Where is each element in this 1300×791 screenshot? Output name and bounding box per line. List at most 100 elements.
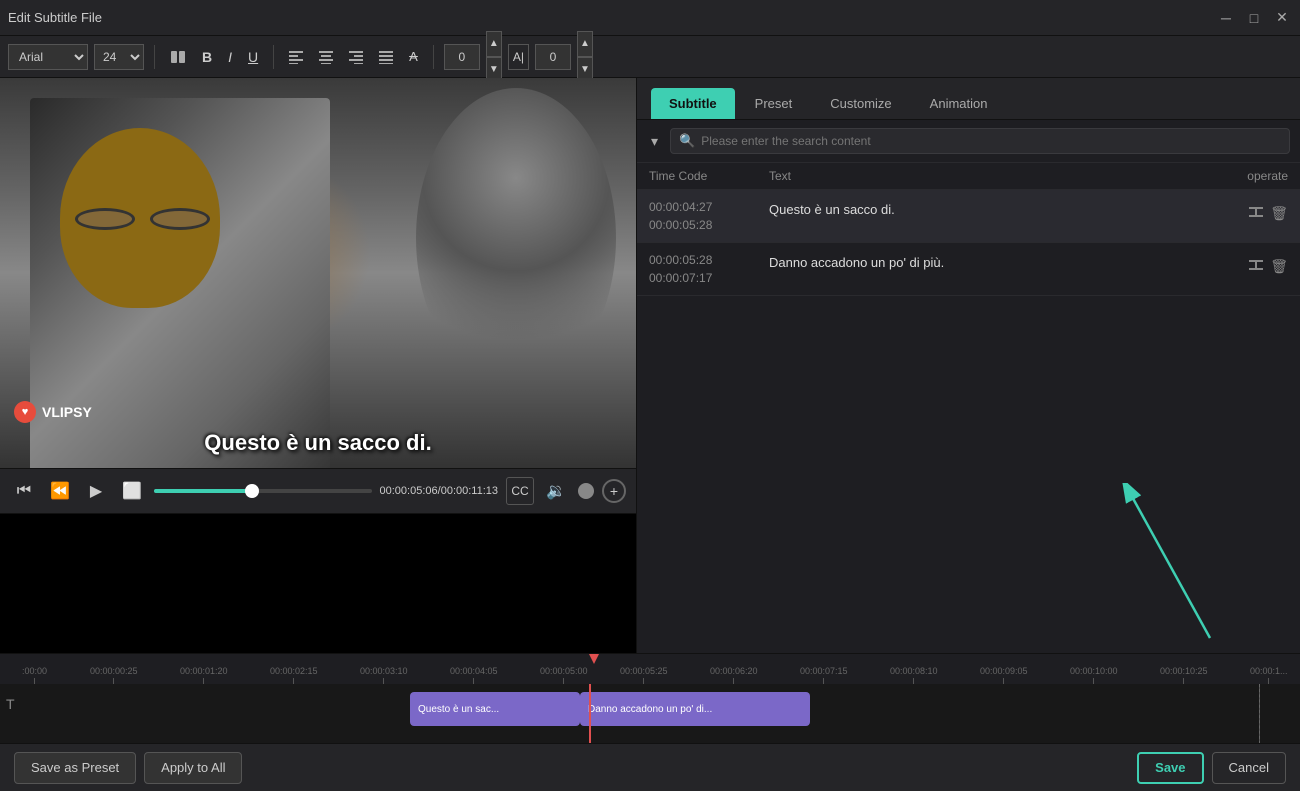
volume-mute-button[interactable] [578, 483, 594, 499]
toolbar: Arial 24 B I U A ▲ ▼ A| ▲ ▼ [0, 36, 1300, 78]
ruler-mark: 00:00:10:00 [1070, 666, 1118, 684]
search-input-wrap: 🔍 [670, 128, 1290, 154]
skip-back-button[interactable]: ⏮ [10, 477, 38, 505]
align-left-button[interactable] [284, 44, 308, 70]
playhead-line [589, 684, 591, 743]
save-preset-button[interactable]: Save as Preset [14, 752, 136, 784]
ruler-mark: 00:00:1... [1250, 666, 1288, 684]
text-style-icon[interactable]: A| [508, 44, 529, 70]
kerning-input[interactable] [444, 44, 480, 70]
subtitle-clip-2[interactable]: Danno accadono un po' di... [580, 692, 810, 726]
font-size-select[interactable]: 24 [94, 44, 144, 70]
toolbar-separator-1 [154, 45, 155, 69]
subtitle-row[interactable]: 00:00:05:28 00:00:07:17 Danno accadono u… [637, 243, 1300, 296]
col-timecode: Time Code [649, 169, 769, 183]
row-operations: 🗑 [1228, 200, 1288, 223]
row-timecodes: 00:00:04:27 00:00:05:28 [649, 200, 769, 232]
split-button[interactable] [1248, 204, 1264, 223]
tab-customize[interactable]: Customize [812, 88, 909, 119]
italic-button[interactable]: I [223, 44, 237, 70]
fullscreen-button[interactable]: ⬜ [118, 477, 146, 505]
text-track-icon: T [6, 696, 15, 712]
kerning-up[interactable]: ▲ [486, 31, 502, 57]
ruler-mark: 00:00:08:10 [890, 666, 938, 684]
subtitle-panel: Subtitle Preset Customize Animation ▾ 🔍 … [636, 78, 1300, 653]
ruler-mark: 00:00:10:25 [1160, 666, 1208, 684]
ruler-mark: 00:00:01:20 [180, 666, 228, 684]
timeline-area: :00:00 00:00:00:25 00:00:01:20 00:00:02:… [0, 653, 1300, 743]
toolbar-separator-3 [433, 45, 434, 69]
progress-fill [154, 489, 252, 493]
minimize-button[interactable]: ─ [1216, 8, 1236, 28]
toolbar-separator-2 [273, 45, 274, 69]
table-header: Time Code Text operate [637, 163, 1300, 190]
apply-all-button[interactable]: Apply to All [144, 752, 242, 784]
step-back-button[interactable]: ⏪ [46, 477, 74, 505]
window-controls: ─ □ ✕ [1216, 8, 1292, 28]
delete-button[interactable]: 🗑 [1270, 205, 1288, 222]
play-button[interactable]: ▶ [82, 477, 110, 505]
vlipsy-heart-icon: ♥ [14, 401, 36, 423]
ruler-mark: 00:00:05:25 [620, 666, 668, 684]
bottom-right-actions: Save Cancel [1137, 752, 1286, 784]
playhead[interactable] [589, 684, 591, 743]
bottom-bar: Save as Preset Apply to All Save Cancel [0, 743, 1300, 791]
ruler-mark: 00:00:09:05 [980, 666, 1028, 684]
right-marker [1259, 684, 1260, 743]
main-area: ♥ VLIPSY Questo è un sacco di. ⏮ ⏪ ▶ ⬜ 0… [0, 78, 1300, 653]
row-text: Questo è un sacco di. [769, 200, 1228, 217]
tab-animation[interactable]: Animation [912, 88, 1006, 119]
bold-button[interactable]: B [197, 44, 217, 70]
bottom-left-actions: Save as Preset Apply to All [14, 752, 242, 784]
align-center-button[interactable] [314, 44, 338, 70]
columns-icon[interactable] [165, 44, 191, 70]
progress-bar[interactable] [154, 489, 372, 493]
split-button[interactable] [1248, 257, 1264, 276]
search-input[interactable] [701, 134, 1281, 148]
spacing-up[interactable]: ▲ [577, 31, 593, 57]
progress-handle[interactable] [245, 484, 259, 498]
font-family-select[interactable]: Arial [8, 44, 88, 70]
close-button[interactable]: ✕ [1272, 8, 1292, 28]
align-justify-button[interactable] [374, 44, 398, 70]
search-icon: 🔍 [679, 133, 695, 149]
subtitle-row[interactable]: 00:00:04:27 00:00:05:28 Questo è un sacc… [637, 190, 1300, 243]
subtitle-list: 00:00:04:27 00:00:05:28 Questo è un sacc… [637, 190, 1300, 653]
tab-subtitle[interactable]: Subtitle [651, 88, 735, 119]
align-right-button[interactable] [344, 44, 368, 70]
row-start-time: 00:00:05:28 [649, 253, 769, 267]
ruler-mark: 00:00:07:15 [800, 666, 848, 684]
captions-button[interactable]: CC [506, 477, 534, 505]
add-marker-button[interactable]: + [602, 479, 626, 503]
titlebar: Edit Subtitle File ─ □ ✕ [0, 0, 1300, 36]
row-text: Danno accadono un po' di più. [769, 253, 1228, 270]
time-display: 00:00:05:06/00:00:11:13 [380, 485, 498, 497]
ruler-mark: 00:00:06:20 [710, 666, 758, 684]
video-frame [0, 78, 636, 468]
restore-button[interactable]: □ [1244, 8, 1264, 28]
ruler-mark: 00:00:05:00 [540, 666, 588, 684]
strikethrough-button[interactable]: A [404, 44, 423, 70]
video-panel: ♥ VLIPSY Questo è un sacco di. ⏮ ⏪ ▶ ⬜ 0… [0, 78, 636, 653]
subtitle-tabs: Subtitle Preset Customize Animation [637, 78, 1300, 120]
delete-button[interactable]: 🗑 [1270, 258, 1288, 275]
row-timecodes: 00:00:05:28 00:00:07:17 [649, 253, 769, 285]
dropdown-button[interactable]: ▾ [647, 131, 662, 152]
underline-button[interactable]: U [243, 44, 263, 70]
row-end-time: 00:00:07:17 [649, 271, 769, 285]
row-start-time: 00:00:04:27 [649, 200, 769, 214]
subtitle-search-row: ▾ 🔍 [637, 120, 1300, 163]
subtitle-clip-1[interactable]: Questo è un sac... [410, 692, 580, 726]
volume-button[interactable]: 🔉 [542, 477, 570, 505]
row-end-time: 00:00:05:28 [649, 218, 769, 232]
video-area: ♥ VLIPSY Questo è un sacco di. [0, 78, 636, 468]
vlipsy-label: VLIPSY [42, 404, 92, 420]
playback-controls: ⏮ ⏪ ▶ ⬜ 00:00:05:06/00:00:11:13 CC 🔉 + [0, 468, 636, 514]
tab-preset[interactable]: Preset [737, 88, 811, 119]
ruler-mark: 00:00:04:05 [450, 666, 498, 684]
row-operations: 🗑 [1228, 253, 1288, 276]
save-button[interactable]: Save [1137, 752, 1203, 784]
spacing-input[interactable] [535, 44, 571, 70]
cancel-button[interactable]: Cancel [1212, 752, 1286, 784]
window-title: Edit Subtitle File [8, 10, 102, 25]
